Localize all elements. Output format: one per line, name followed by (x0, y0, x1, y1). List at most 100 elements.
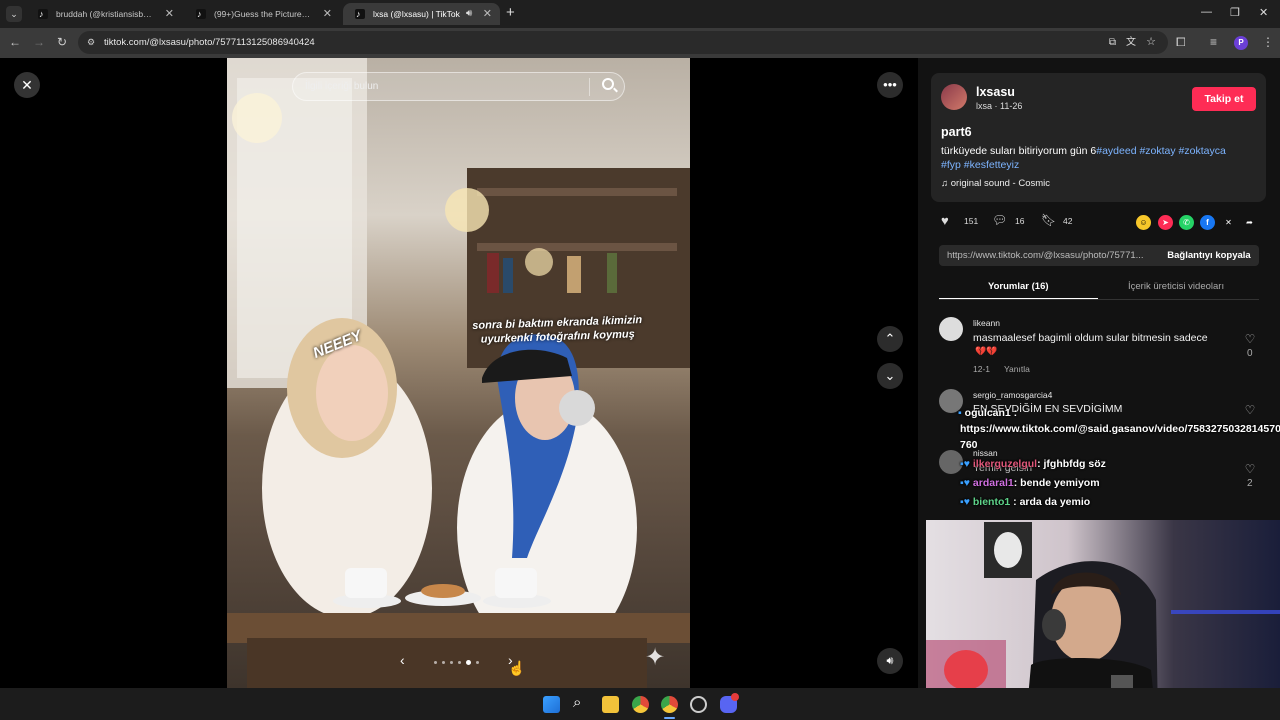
tab-title: (99+)Guess the Picture Challenge (214, 9, 312, 19)
search-icon[interactable]: ⌕ (573, 694, 581, 711)
chrome-icon[interactable] (632, 696, 649, 713)
comment-icon[interactable]: 💬︎ (992, 213, 1007, 227)
copy-link-button[interactable]: Bağlantıyı kopyala (1159, 245, 1259, 266)
tab-search-button[interactable]: ⌄ (6, 6, 22, 22)
share-x-icon[interactable]: ✕ (1221, 215, 1236, 230)
chat-link-line: https://www.tiktok.com/@said.gasanov/vid… (960, 423, 1280, 435)
close-window-icon[interactable]: ✕ (1259, 6, 1268, 19)
restore-icon[interactable]: ❐ (1230, 6, 1240, 19)
site-info-icon[interactable]: ⚙ (87, 31, 95, 54)
chat-link-line: 760 (960, 439, 978, 451)
hashtags[interactable]: #aydeed #zoktay #zoktayca (1096, 145, 1226, 157)
close-viewer-button[interactable]: ✕ (14, 72, 40, 98)
tiktok-favicon-icon (355, 3, 365, 25)
install-app-icon[interactable]: ⧉ (1109, 31, 1116, 54)
sparkle-icon: ✦ (645, 644, 666, 671)
translate-icon[interactable]: 文 (1126, 31, 1136, 54)
share-facebook-icon[interactable]: f (1200, 215, 1215, 230)
tab-comments[interactable]: Yorumlar (16) (988, 280, 1049, 294)
windows-start-icon[interactable] (543, 696, 560, 713)
share-whatsapp-icon[interactable]: ✆ (1179, 215, 1194, 230)
close-tab-icon[interactable]: ✕ (323, 3, 332, 25)
chrome-active-icon[interactable] (661, 696, 678, 713)
carousel-dot-active[interactable] (466, 660, 471, 665)
music-note-icon: ♫ (941, 178, 951, 189)
bookmark-icon[interactable]: 🔖︎ (1041, 213, 1056, 227)
file-explorer-icon[interactable] (602, 696, 619, 713)
browser-tab-active[interactable]: lxsa (@lxsasu) | TikTok 🔊︎ ✕ (343, 3, 500, 25)
like-icon[interactable]: ♥ (941, 213, 949, 228)
search-placeholder: İlgili içeriği bulun (305, 81, 379, 92)
mouse-cursor-icon: ☝ (508, 660, 526, 676)
chat-username: ilkerguzelgul (972, 458, 1038, 470)
reply-link[interactable]: Yanıtla (1004, 364, 1030, 374)
tab-audio-icon[interactable]: 🔊︎ (466, 3, 472, 25)
post-title: part6 (941, 125, 972, 139)
profile-avatar[interactable]: P (1234, 36, 1248, 50)
comment-like-count: 0 (1247, 348, 1253, 359)
close-tab-icon[interactable]: ✕ (483, 3, 492, 25)
save-count: 42 (1063, 216, 1073, 226)
carousel-dot[interactable] (434, 661, 437, 664)
close-tab-icon[interactable]: ✕ (165, 3, 174, 25)
tab-creator-videos[interactable]: İçerik üreticisi videoları (1128, 280, 1224, 294)
carousel-prev-icon[interactable]: ‹ (400, 652, 405, 668)
browser-tab[interactable]: (99+)Guess the Picture Challenge ✕ (184, 3, 340, 25)
creator-meta: lxsa · 11-26 (976, 101, 1023, 111)
carousel-dot[interactable] (458, 661, 461, 664)
chat-line: ▪♥ ardaral1: bende yemiyom (960, 477, 1100, 489)
comment-username[interactable]: sergio_ramosgarcia4 (973, 390, 1052, 400)
chat-username: ogulcan1 (964, 407, 1011, 419)
chat-line: ▪♥ biento1 : arda da yemio (960, 496, 1090, 508)
browser-tab-bar: ⌄ bruddah (@kristiansisbored) | TikTok ✕… (0, 0, 1280, 28)
chat-message: : arda da yemio (1013, 496, 1091, 508)
address-bar[interactable]: ⚙ tiktok.com/@lxsasu/photo/7577113125086… (78, 31, 1168, 54)
more-options-button[interactable]: ••• (877, 72, 903, 98)
search-icon[interactable] (602, 78, 614, 90)
sound-row[interactable]: ♫ original sound - Cosmic (941, 178, 1050, 189)
share-emoji-icon[interactable]: ☺ (1136, 215, 1151, 230)
volume-button[interactable]: 🔊︎ (877, 648, 903, 674)
carousel-dot[interactable] (442, 661, 445, 664)
follow-button[interactable]: Takip et (1192, 87, 1256, 111)
chat-overlay: ▪ ogulcan1 : (958, 404, 1280, 422)
comment-like-icon[interactable]: ♡ (1243, 462, 1257, 476)
share-direct-icon[interactable]: ➤ (1158, 215, 1173, 230)
post-photo[interactable]: sonra bi baktım ekranda ikimizin uyurken… (227, 58, 690, 688)
comment-text: masmaalesef bagimli oldum sular bitmesin… (973, 332, 1208, 344)
creator-username[interactable]: lxsasu (976, 85, 1015, 99)
previous-post-button[interactable]: ⌃ (877, 326, 903, 352)
comment-count: 16 (1015, 216, 1025, 226)
windows-taskbar: ⌕ (0, 688, 1280, 720)
bookmark-star-icon[interactable]: ☆ (1146, 31, 1156, 54)
creator-avatar[interactable] (941, 84, 967, 110)
browser-menu-icon[interactable]: ⋮ (1262, 35, 1274, 49)
back-icon[interactable]: ← (9, 35, 21, 49)
next-post-button[interactable]: ⌄ (877, 363, 903, 389)
comment-avatar[interactable] (939, 317, 963, 341)
carousel-dot[interactable] (476, 661, 479, 664)
reload-icon[interactable]: ↻ (57, 35, 67, 49)
share-more-icon[interactable]: ➦ (1242, 215, 1257, 230)
tabs-divider (939, 299, 1259, 300)
tab-title: lxsa (@lxsasu) | TikTok (373, 9, 460, 19)
comment-date: 12-1 (973, 364, 991, 374)
comment-like-icon[interactable]: ♡ (1243, 332, 1257, 346)
hashtags[interactable]: #fyp #kesfetteyiz (941, 159, 1019, 171)
search-input[interactable]: İlgili içeriği bulun (292, 72, 625, 101)
browser-tab[interactable]: bruddah (@kristiansisbored) | TikTok ✕ (26, 3, 182, 25)
obs-icon[interactable] (690, 696, 707, 713)
comment-username[interactable]: likeann (973, 318, 1000, 328)
chat-username: biento1 (972, 496, 1011, 508)
carousel-dot[interactable] (450, 661, 453, 664)
post-description: türküyede suları bitiriyorum gün 6#aydee… (941, 144, 1261, 172)
minimize-icon[interactable]: — (1201, 6, 1212, 18)
media-controls-icon[interactable]: ≡ (1210, 35, 1217, 49)
new-tab-button[interactable]: + (506, 4, 515, 21)
extensions-icon[interactable]: ⧠ (1176, 35, 1186, 50)
chat-line: ▪♥ ilkerguzelgul: jfghbfdg söz (960, 458, 1106, 470)
search-divider (589, 78, 590, 96)
post-info-card: lxsasu lxsa · 11-26 Takip et part6 türkü… (931, 73, 1266, 202)
tab-title: bruddah (@kristiansisbored) | TikTok (56, 9, 154, 19)
forward-icon[interactable]: → (33, 35, 45, 49)
